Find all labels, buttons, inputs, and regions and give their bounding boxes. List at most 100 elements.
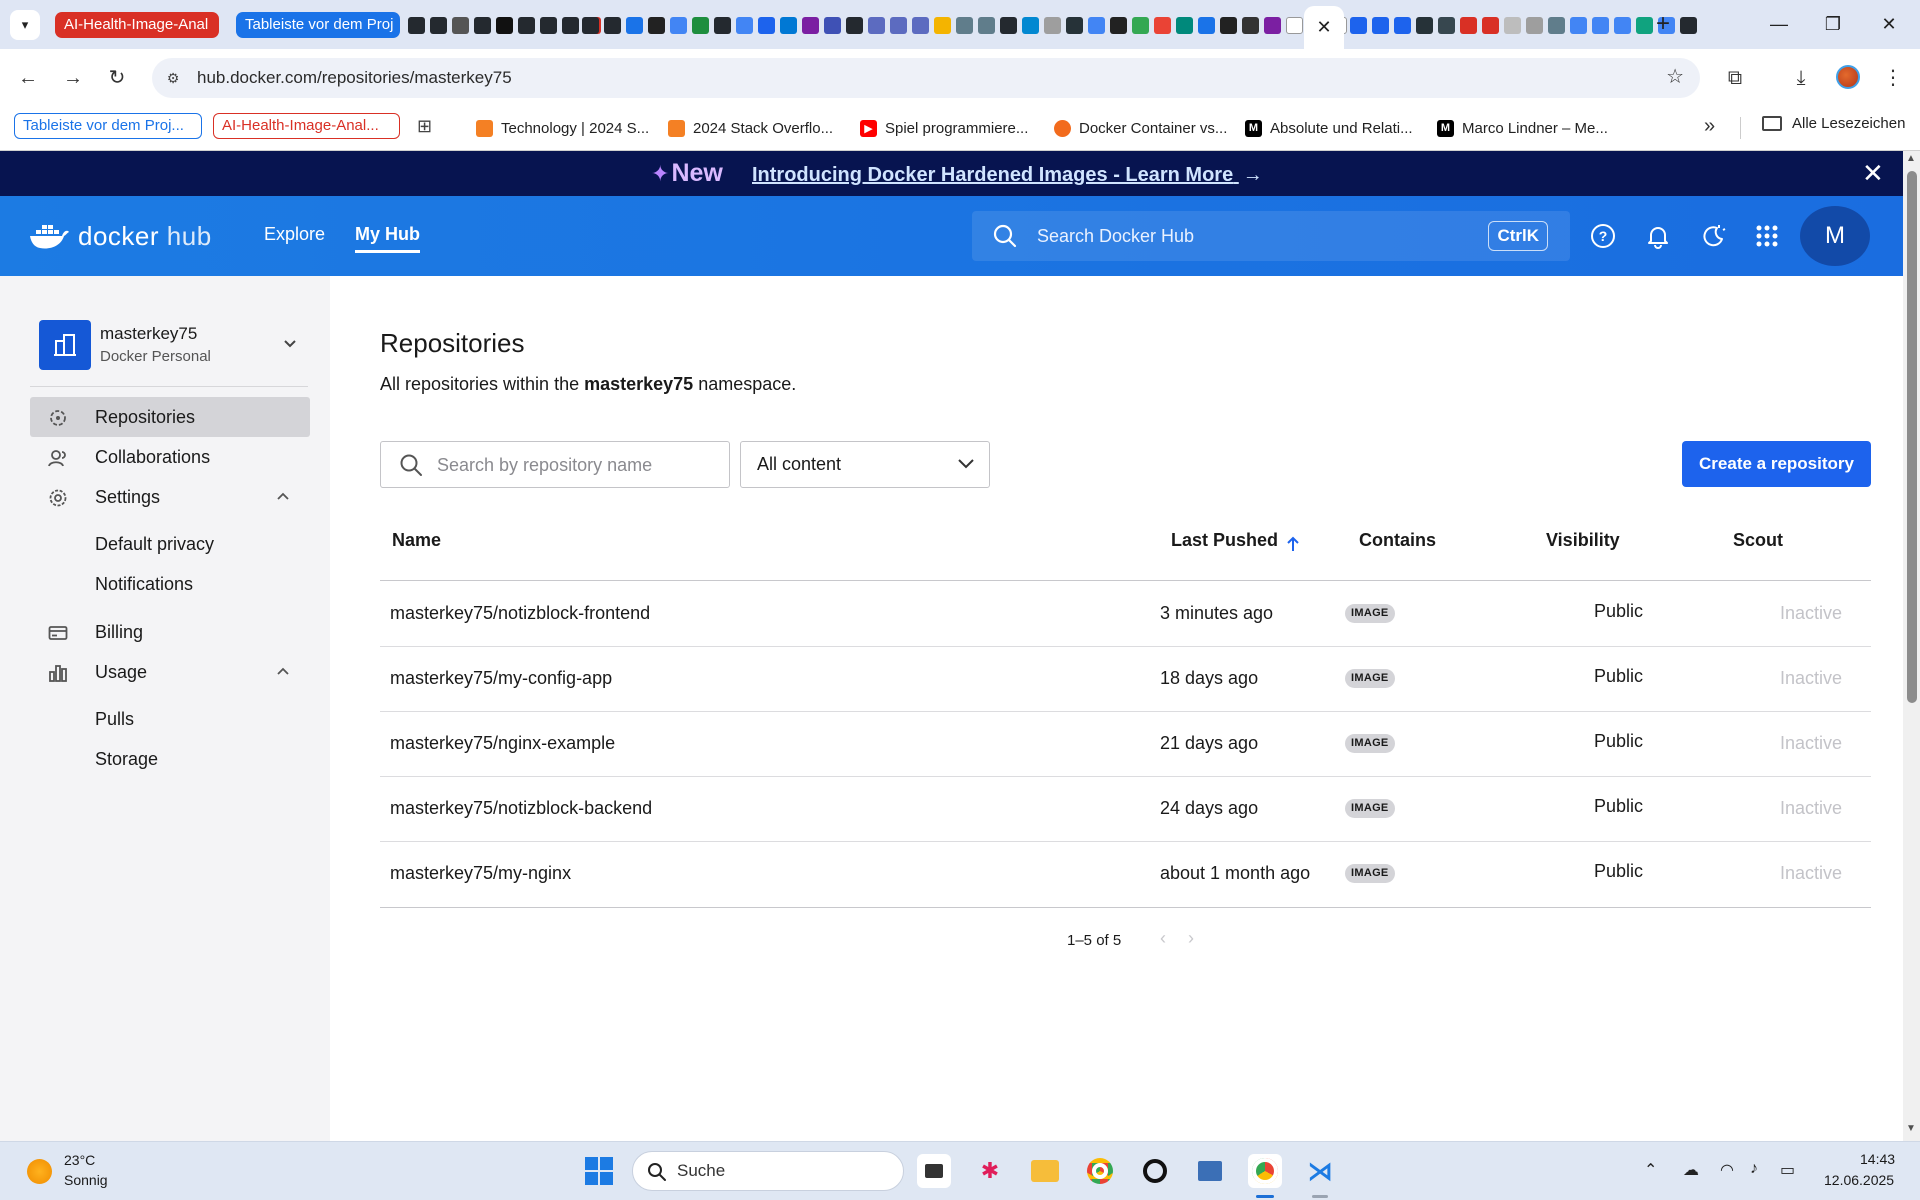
- close-banner-button[interactable]: ✕: [1862, 160, 1884, 186]
- sidebar-subitem-default-privacy[interactable]: Default privacy: [95, 534, 214, 555]
- table-row[interactable]: masterkey75/notizblock-frontend 3 minute…: [380, 581, 1871, 646]
- sidebar-item-collaborations[interactable]: Collaborations: [30, 437, 310, 477]
- minimize-icon[interactable]: —: [1764, 12, 1794, 38]
- tab-favicon-icon[interactable]: [824, 16, 841, 34]
- bookmark-item[interactable]: M Marco Lindner – Me...: [1437, 115, 1608, 141]
- tab-favicon-icon[interactable]: [934, 16, 951, 34]
- github-icon[interactable]: [1000, 16, 1017, 34]
- tab-favicon-icon[interactable]: [1548, 16, 1565, 34]
- nav-explore[interactable]: Explore: [264, 222, 325, 246]
- tab-favicon-icon[interactable]: [1286, 16, 1303, 34]
- bookmark-item[interactable]: ▶ Spiel programmiere...: [860, 115, 1028, 141]
- notifications-bell-icon[interactable]: [1644, 222, 1672, 250]
- bookmark-item[interactable]: M Absolute und Relati...: [1245, 115, 1413, 141]
- next-page-button[interactable]: ›: [1188, 928, 1194, 949]
- page-scrollbar[interactable]: ▲ ▼: [1903, 151, 1920, 1141]
- google-icon[interactable]: [1614, 16, 1631, 34]
- active-tab[interactable]: ✕: [1304, 6, 1344, 49]
- slack-icon[interactable]: ✱: [973, 1154, 1007, 1188]
- pinned-tab-favicons[interactable]: [408, 13, 601, 37]
- create-repository-button[interactable]: Create a repository: [1682, 441, 1871, 487]
- docker-icon[interactable]: [1350, 16, 1367, 34]
- tab-favicons-strip-right[interactable]: [1350, 13, 1697, 37]
- chevron-up-icon[interactable]: [276, 490, 290, 504]
- taskbar-search-label[interactable]: Suche: [677, 1152, 725, 1190]
- tab-favicon-icon[interactable]: [978, 16, 995, 34]
- bookmark-item[interactable]: Docker Container vs...: [1054, 115, 1227, 141]
- show-hidden-icons-icon[interactable]: ⌃: [1644, 1160, 1657, 1180]
- close-tab-icon[interactable]: ✕: [1316, 17, 1331, 38]
- github-icon[interactable]: [474, 16, 491, 34]
- close-window-icon[interactable]: ✕: [1874, 12, 1904, 38]
- bookmark-item[interactable]: 2024 Stack Overflo...: [668, 115, 833, 141]
- docker-icon[interactable]: [1372, 16, 1389, 34]
- forward-arrow-icon[interactable]: →: [58, 63, 88, 93]
- weather-description[interactable]: Sonnig: [64, 1172, 108, 1188]
- onedrive-cloud-icon[interactable]: ☁: [1683, 1160, 1699, 1180]
- repo-name-link[interactable]: masterkey75/nginx-example: [390, 711, 615, 776]
- extensions-icon[interactable]: ⧉: [1720, 63, 1750, 93]
- maximize-icon[interactable]: ❐: [1818, 12, 1848, 38]
- github-icon[interactable]: [582, 16, 599, 34]
- repository-search-input[interactable]: [437, 450, 717, 480]
- column-header-visibility[interactable]: Visibility: [1546, 530, 1620, 551]
- tab-favicon-icon[interactable]: [802, 16, 819, 34]
- tab-favicon-icon[interactable]: [912, 16, 929, 34]
- tab-favicon-icon[interactable]: [1264, 16, 1281, 34]
- apps-grid-icon[interactable]: [1753, 222, 1781, 250]
- tab-favicon-icon[interactable]: [868, 16, 885, 34]
- bookmark-group-ai-health[interactable]: AI-Health-Image-Anal...: [213, 113, 400, 139]
- sidebar-item-repositories[interactable]: Repositories: [30, 397, 310, 437]
- tab-favicon-icon[interactable]: [956, 16, 973, 34]
- apps-grid-icon[interactable]: ⊞: [417, 116, 437, 136]
- calendar-icon[interactable]: [692, 16, 709, 34]
- user-avatar[interactable]: M: [1800, 206, 1870, 266]
- tab-favicon-icon[interactable]: [1022, 16, 1039, 34]
- github-icon[interactable]: [604, 16, 621, 34]
- tab-favicon-icon[interactable]: [452, 16, 469, 34]
- tab-favicon-icon[interactable]: [1438, 16, 1455, 34]
- tab-favicon-icon[interactable]: [1526, 16, 1543, 34]
- new-tab-button[interactable]: +: [1650, 12, 1676, 38]
- org-name[interactable]: masterkey75: [100, 324, 197, 344]
- app-icon[interactable]: [1138, 1154, 1172, 1188]
- tab-favicon-icon[interactable]: [1504, 16, 1521, 34]
- file-explorer-icon[interactable]: [1028, 1154, 1062, 1188]
- org-avatar[interactable]: [39, 320, 91, 370]
- tab-favicon-icon[interactable]: [1242, 16, 1259, 34]
- column-header-last-pushed[interactable]: Last Pushed: [1171, 530, 1278, 551]
- dockerhub-logo[interactable]: docker hub: [28, 218, 212, 254]
- github-icon[interactable]: [846, 16, 863, 34]
- weather-temperature[interactable]: 23°C: [64, 1152, 95, 1168]
- vscode-icon[interactable]: ⋊: [1303, 1154, 1337, 1188]
- github-icon[interactable]: [562, 16, 579, 34]
- all-bookmarks-button[interactable]: Alle Lesezeichen: [1762, 115, 1905, 132]
- menu-kebab-icon[interactable]: ⋮: [1878, 63, 1908, 93]
- battery-icon[interactable]: ▭: [1780, 1160, 1795, 1180]
- site-info-icon[interactable]: ⚙: [162, 67, 184, 89]
- search-placeholder[interactable]: Search Docker Hub: [1037, 211, 1194, 261]
- tab-favicon-icon[interactable]: [1416, 16, 1433, 34]
- tab-favicon-icon[interactable]: [1176, 16, 1193, 34]
- bookmarks-overflow-button[interactable]: »: [1704, 115, 1715, 138]
- sidebar-subitem-storage[interactable]: Storage: [95, 749, 158, 770]
- tab-favicon-icon[interactable]: [1044, 16, 1061, 34]
- table-row[interactable]: masterkey75/notizblock-backend 24 days a…: [380, 776, 1871, 841]
- download-icon[interactable]: ⤓: [1786, 63, 1816, 93]
- tab-favicon-icon[interactable]: [1198, 16, 1215, 34]
- tab-search-button[interactable]: ▾: [10, 10, 40, 40]
- nav-my-hub[interactable]: My Hub: [355, 222, 420, 253]
- prev-page-button[interactable]: ‹: [1160, 928, 1166, 949]
- repo-name-link[interactable]: masterkey75/notizblock-frontend: [390, 581, 650, 646]
- announcement-link-text[interactable]: Introducing Docker Hardened Images - Lea…: [752, 164, 1233, 186]
- clock-date[interactable]: 12.06.2025: [1824, 1172, 1894, 1188]
- profile-avatar[interactable]: [1836, 65, 1860, 89]
- pdf-icon[interactable]: [1482, 16, 1499, 34]
- tab-favicon-icon[interactable]: [626, 16, 643, 34]
- sort-ascending-icon[interactable]: [1285, 535, 1301, 553]
- github-icon[interactable]: [540, 16, 557, 34]
- pdf-icon[interactable]: [1460, 16, 1477, 34]
- dockerhub-search[interactable]: Search Docker Hub CtrlK: [972, 211, 1570, 261]
- help-icon[interactable]: ?: [1589, 222, 1617, 250]
- docker-icon[interactable]: [758, 16, 775, 34]
